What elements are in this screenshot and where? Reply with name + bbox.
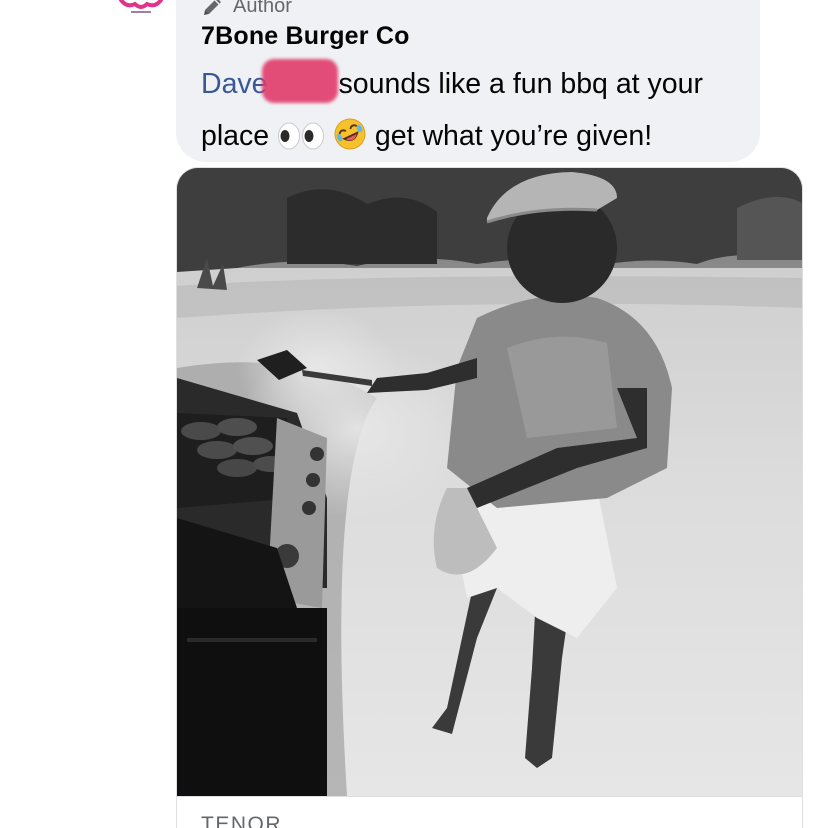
gif-footer: TENOR: [177, 796, 802, 828]
comment-screen: Author 7Bone Burger Co Dave sounds like a…: [0, 0, 828, 828]
gif-image[interactable]: [177, 168, 803, 796]
author-badge: Author: [201, 0, 292, 18]
brand-logo-icon: [119, 0, 163, 13]
mentioned-user-link[interactable]: Dave: [201, 68, 268, 100]
gif-provider-label: TENOR: [201, 813, 282, 828]
comment-author-name[interactable]: 7Bone Burger Co: [201, 22, 410, 51]
comment-text-part-2: get what you’re given!: [374, 120, 653, 152]
comment-body: Davesounds like a fun bbq at your place: [201, 58, 749, 168]
redaction-mark: [261, 59, 338, 103]
eyes-emoji-icon: [277, 116, 325, 168]
gif-attachment[interactable]: TENOR: [176, 167, 803, 828]
author-badge-label: Author: [233, 0, 292, 17]
author-avatar[interactable]: [108, 0, 174, 18]
pencil-icon: [204, 0, 221, 15]
rolling-laughing-emoji-icon: [333, 116, 367, 168]
